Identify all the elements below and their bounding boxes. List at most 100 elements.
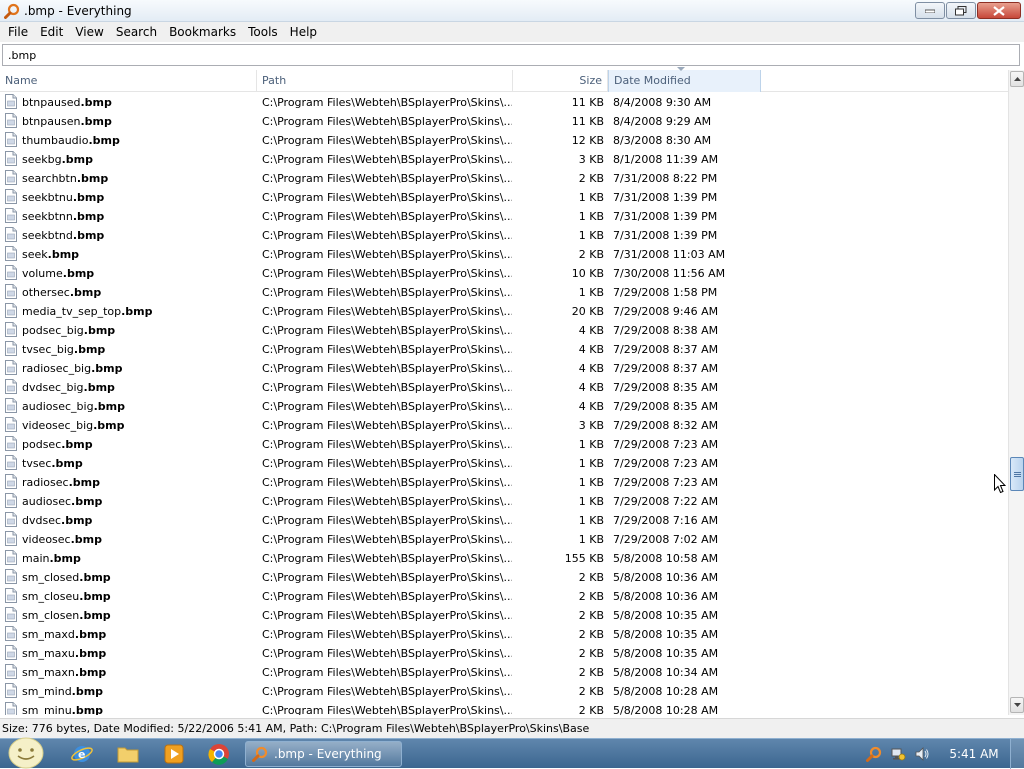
file-name-cell: sm_minu.bmp	[4, 701, 256, 715]
list-row[interactable]: seekbtnn.bmp C:\Program Files\Webteh\BSpl…	[0, 207, 1008, 226]
scroll-up-button[interactable]	[1010, 71, 1024, 87]
file-name-stem: radiosec	[22, 476, 69, 489]
chrome-icon[interactable]	[207, 742, 231, 766]
list-row[interactable]: sm_closed.bmp C:\Program Files\Webteh\BSp…	[0, 568, 1008, 587]
file-size-cell: 2 KB	[578, 628, 604, 641]
list-row[interactable]: volume.bmp C:\Program Files\Webteh\BSplay…	[0, 264, 1008, 283]
file-name-stem: volume	[22, 267, 63, 280]
file-name-stem: sm_closeu	[22, 590, 80, 603]
file-name-stem: dvdsec	[22, 514, 62, 527]
list-row[interactable]: btnpausen.bmp C:\Program Files\Webteh\BSp…	[0, 112, 1008, 131]
network-icon[interactable]	[890, 746, 906, 762]
list-row[interactable]: tvsec.bmp C:\Program Files\Webteh\BSplaye…	[0, 454, 1008, 473]
close-button[interactable]	[977, 2, 1021, 19]
vertical-scrollbar[interactable]	[1008, 70, 1024, 715]
list-row[interactable]: sm_maxd.bmp C:\Program Files\Webteh\BSpla…	[0, 625, 1008, 644]
taskbar-clock[interactable]: 5:41 AM	[946, 739, 1002, 769]
internet-explorer-icon[interactable]: e	[70, 742, 94, 766]
bitmap-file-icon	[4, 246, 18, 261]
file-path-cell: C:\Program Files\Webteh\BSplayerPro\Skin…	[262, 267, 512, 280]
file-path-cell: C:\Program Files\Webteh\BSplayerPro\Skin…	[262, 419, 512, 432]
list-row[interactable]: main.bmp C:\Program Files\Webteh\BSplayer…	[0, 549, 1008, 568]
list-row[interactable]: audiosec_big.bmp C:\Program Files\Webteh\…	[0, 397, 1008, 416]
file-name-cell: sm_closeu.bmp	[4, 587, 256, 606]
list-row[interactable]: tvsec_big.bmp C:\Program Files\Webteh\BSp…	[0, 340, 1008, 359]
menu-bookmarks[interactable]: Bookmarks	[163, 22, 242, 42]
list-row[interactable]: searchbtn.bmp C:\Program Files\Webteh\BSp…	[0, 169, 1008, 188]
column-path-header[interactable]: Path	[257, 70, 513, 92]
file-name-cell: podsec.bmp	[4, 435, 256, 454]
file-size-cell: 4 KB	[578, 400, 604, 413]
folder-icon[interactable]	[116, 742, 140, 766]
file-path-cell: C:\Program Files\Webteh\BSplayerPro\Skin…	[262, 172, 512, 185]
list-row[interactable]: seekbg.bmp C:\Program Files\Webteh\BSplay…	[0, 150, 1008, 169]
list-row[interactable]: sm_mind.bmp C:\Program Files\Webteh\BSpla…	[0, 682, 1008, 701]
list-row[interactable]: audiosec.bmp C:\Program Files\Webteh\BSpl…	[0, 492, 1008, 511]
media-player-icon[interactable]	[162, 742, 186, 766]
list-row[interactable]: media_tv_sep_top.bmp C:\Program Files\Web…	[0, 302, 1008, 321]
everything-tray-icon[interactable]	[866, 746, 882, 762]
file-size-cell: 3 KB	[578, 419, 604, 432]
volume-icon[interactable]	[914, 746, 930, 762]
column-name-header[interactable]: Name	[0, 70, 257, 92]
file-size-cell: 4 KB	[578, 362, 604, 375]
show-desktop-button[interactable]	[1010, 739, 1024, 769]
list-row[interactable]: radiosec_big.bmp C:\Program Files\Webteh\…	[0, 359, 1008, 378]
file-path-cell: C:\Program Files\Webteh\BSplayerPro\Skin…	[262, 704, 512, 715]
list-row[interactable]: sm_closen.bmp C:\Program Files\Webteh\BSp…	[0, 606, 1008, 625]
list-row[interactable]: videosec_big.bmp C:\Program Files\Webteh\…	[0, 416, 1008, 435]
list-row[interactable]: btnpaused.bmp C:\Program Files\Webteh\BSp…	[0, 93, 1008, 112]
file-name-cell: seekbg.bmp	[4, 150, 256, 169]
start-orb-icon[interactable]	[6, 737, 46, 769]
list-row[interactable]: seekbtnd.bmp C:\Program Files\Webteh\BSpl…	[0, 226, 1008, 245]
file-name-match: .bmp	[61, 514, 93, 527]
file-date-cell: 5/8/2008 10:28 AM	[613, 704, 719, 715]
file-path-cell: C:\Program Files\Webteh\BSplayerPro\Skin…	[262, 248, 512, 261]
file-name-cell: audiosec_big.bmp	[4, 397, 256, 416]
bitmap-file-icon	[4, 208, 18, 223]
task-button-everything[interactable]: .bmp - Everything	[245, 741, 402, 767]
file-path-cell: C:\Program Files\Webteh\BSplayerPro\Skin…	[262, 552, 512, 565]
bitmap-file-icon	[4, 512, 18, 527]
file-name-stem: main	[22, 552, 50, 565]
menu-tools[interactable]: Tools	[242, 22, 284, 42]
menu-file[interactable]: File	[2, 22, 34, 42]
list-row[interactable]: thumbaudio.bmp C:\Program Files\Webteh\BS…	[0, 131, 1008, 150]
file-name-cell: sm_maxn.bmp	[4, 663, 256, 682]
list-row[interactable]: sm_maxn.bmp C:\Program Files\Webteh\BSpla…	[0, 663, 1008, 682]
file-path-cell: C:\Program Files\Webteh\BSplayerPro\Skin…	[262, 590, 512, 603]
menu-help[interactable]: Help	[284, 22, 323, 42]
column-date-header[interactable]: Date Modified	[608, 67, 761, 92]
list-row[interactable]: sm_minu.bmp C:\Program Files\Webteh\BSpla…	[0, 701, 1008, 715]
scroll-thumb[interactable]	[1010, 457, 1024, 491]
list-row[interactable]: radiosec.bmp C:\Program Files\Webteh\BSpl…	[0, 473, 1008, 492]
list-row[interactable]: seekbtnu.bmp C:\Program Files\Webteh\BSpl…	[0, 188, 1008, 207]
restore-button[interactable]	[946, 2, 976, 19]
minimize-button[interactable]	[915, 2, 945, 19]
list-row[interactable]: videosec.bmp C:\Program Files\Webteh\BSpl…	[0, 530, 1008, 549]
list-row[interactable]: sm_closeu.bmp C:\Program Files\Webteh\BSp…	[0, 587, 1008, 606]
title-bar[interactable]: .bmp - Everything	[0, 0, 1024, 22]
menu-view[interactable]: View	[69, 22, 109, 42]
menu-search[interactable]: Search	[110, 22, 163, 42]
list-row[interactable]: dvdsec.bmp C:\Program Files\Webteh\BSplay…	[0, 511, 1008, 530]
list-row[interactable]: podsec_big.bmp C:\Program Files\Webteh\BS…	[0, 321, 1008, 340]
column-size-header[interactable]: Size	[513, 70, 608, 92]
file-name-cell: sm_maxu.bmp	[4, 644, 256, 663]
search-input[interactable]	[3, 45, 1019, 65]
file-date-cell: 7/29/2008 8:32 AM	[613, 419, 719, 432]
menu-edit[interactable]: Edit	[34, 22, 69, 42]
list-row[interactable]: podsec.bmp C:\Program Files\Webteh\BSplay…	[0, 435, 1008, 454]
bitmap-file-icon	[4, 170, 18, 185]
list-row[interactable]: seek.bmp C:\Program Files\Webteh\BSplayer…	[0, 245, 1008, 264]
list-row[interactable]: othersec.bmp C:\Program Files\Webteh\BSpl…	[0, 283, 1008, 302]
file-name-stem: audiosec	[22, 495, 72, 508]
list-row[interactable]: sm_maxu.bmp C:\Program Files\Webteh\BSpla…	[0, 644, 1008, 663]
file-name-match: .bmp	[73, 343, 106, 356]
file-size-cell: 2 KB	[578, 647, 604, 660]
file-name-match: .bmp	[93, 419, 125, 432]
file-size-cell: 4 KB	[578, 343, 604, 356]
file-size-cell: 11 KB	[571, 115, 604, 128]
list-row[interactable]: dvdsec_big.bmp C:\Program Files\Webteh\BS…	[0, 378, 1008, 397]
scroll-down-button[interactable]	[1010, 697, 1024, 713]
